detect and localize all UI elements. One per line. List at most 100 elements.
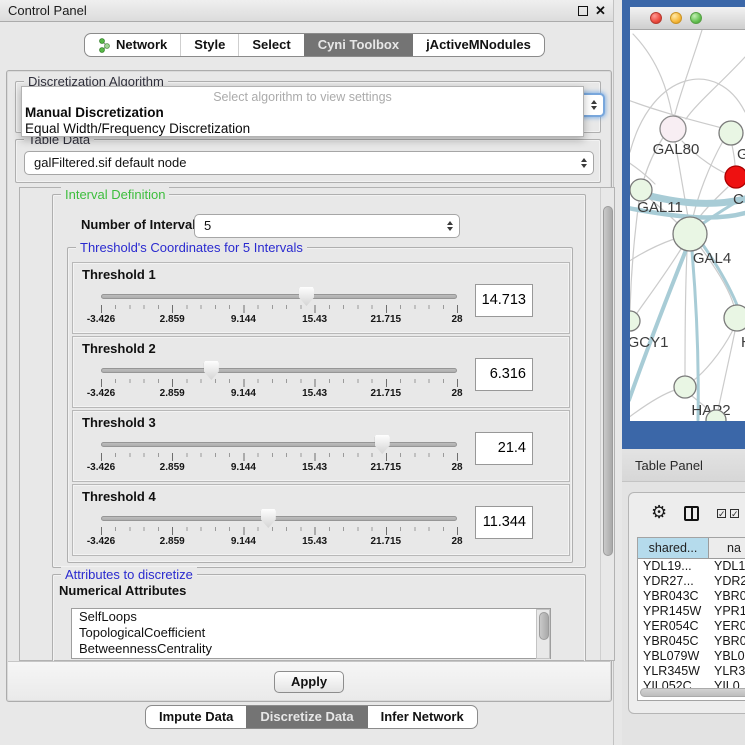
- table-row[interactable]: YBL079WYBL0: [638, 649, 745, 664]
- network-node-ga[interactable]: [719, 121, 743, 145]
- number-of-intervals-select[interactable]: 5: [194, 214, 460, 238]
- network-node-gal4[interactable]: [673, 217, 707, 251]
- threshold-1-value[interactable]: 14.713: [475, 284, 533, 317]
- edge[interactable]: [685, 251, 687, 376]
- edge[interactable]: [686, 57, 745, 119]
- edge[interactable]: [675, 30, 702, 114]
- dropdown-option-manual-discretization[interactable]: Manual Discretization: [22, 105, 583, 121]
- scrollbar-thumb[interactable]: [603, 206, 613, 556]
- cell-shared-name[interactable]: YER054C: [638, 619, 709, 634]
- network-canvas[interactable]: GAL80GACGAL11GAL4GCY1HHAP2: [630, 30, 745, 421]
- numerical-attributes-list[interactable]: SelfLoopsTopologicalCoefficientBetweenne…: [71, 608, 551, 659]
- slider-thumb[interactable]: [261, 509, 276, 528]
- cell-shared-name[interactable]: YBR045C: [638, 634, 709, 649]
- cell-name[interactable]: YBR0: [709, 589, 745, 604]
- table-data-select[interactable]: galFiltered.sif default node: [24, 151, 594, 175]
- threshold-2-value[interactable]: 6.316: [475, 358, 533, 391]
- tab-impute-data[interactable]: Impute Data: [146, 706, 246, 728]
- node-table[interactable]: shared... na YDL19...YDL1YDR27...YDR2YBR…: [637, 537, 745, 701]
- edge[interactable]: [732, 145, 735, 166]
- slider-thumb[interactable]: [375, 435, 390, 454]
- cell-shared-name[interactable]: YPR145W: [638, 604, 709, 619]
- threshold-3-slider[interactable]: [101, 442, 457, 447]
- zoom-button[interactable]: [690, 12, 702, 24]
- cell-shared-name[interactable]: YDL19...: [638, 559, 709, 574]
- table-row[interactable]: YBR043CYBR0: [638, 589, 745, 604]
- scrollbar-thumb[interactable]: [539, 612, 549, 640]
- tab-jactivemnodules[interactable]: jActiveMNodules: [412, 34, 544, 56]
- table-row[interactable]: YER054CYER0: [638, 619, 745, 634]
- table-row[interactable]: YLR345WYLR3: [638, 664, 745, 679]
- network-node-gal11[interactable]: [630, 179, 652, 201]
- cell-name[interactable]: YBR0: [709, 634, 745, 649]
- table-row[interactable]: YPR145WYPR1: [638, 604, 745, 619]
- cell-name[interactable]: YPR1: [709, 604, 745, 619]
- gear-icon[interactable]: [651, 502, 667, 523]
- float-window-icon[interactable]: [578, 6, 588, 16]
- slider-ticks: [101, 379, 459, 387]
- column-header-name[interactable]: na: [709, 538, 745, 558]
- close-icon[interactable]: [595, 3, 606, 19]
- threshold-3-value[interactable]: 21.4: [475, 432, 533, 465]
- tab-cyni-toolbox[interactable]: Cyni Toolbox: [304, 34, 412, 56]
- slider-thumb[interactable]: [204, 361, 219, 380]
- close-button[interactable]: [650, 12, 662, 24]
- tab-network[interactable]: Network: [85, 34, 180, 56]
- edge[interactable]: [633, 34, 672, 114]
- minimize-button[interactable]: [670, 12, 682, 24]
- apply-button[interactable]: Apply: [274, 671, 344, 693]
- network-node-hap2[interactable]: [674, 376, 696, 398]
- slider-scale-label: 15.43: [302, 536, 327, 547]
- dropdown-option-equal-width-frequency[interactable]: Equal Width/Frequency Discretization: [22, 121, 583, 137]
- threshold-1-slider[interactable]: [101, 294, 457, 299]
- column-header-shared-name[interactable]: shared...: [638, 538, 709, 558]
- table-hscrollbar[interactable]: [640, 688, 745, 697]
- cell-name[interactable]: YDL1: [709, 559, 745, 574]
- cell-shared-name[interactable]: YLR345W: [638, 664, 709, 679]
- threshold-4-value[interactable]: 11.344: [475, 506, 533, 539]
- table-row[interactable]: YDR27...YDR2: [638, 574, 745, 589]
- cell-shared-name[interactable]: YDR27...: [638, 574, 709, 589]
- slider-thumb[interactable]: [299, 287, 314, 306]
- cell-name[interactable]: YER0: [709, 619, 745, 634]
- settings-scrollbar[interactable]: [600, 188, 614, 660]
- threshold-2-slider[interactable]: [101, 368, 457, 373]
- network-node-h[interactable]: [724, 305, 745, 331]
- cell-shared-name[interactable]: YBL079W: [638, 649, 709, 664]
- checkbox-icon[interactable]: [730, 509, 739, 518]
- algorithm-dropdown-popup: Select algorithm to view settings Manual…: [21, 86, 584, 137]
- edge[interactable]: [694, 330, 733, 380]
- columns-icon[interactable]: [684, 506, 699, 521]
- tab-label: Cyni Toolbox: [318, 34, 399, 56]
- tab-label: Infer Network: [381, 706, 464, 728]
- table-data-group: Table Data galFiltered.sif default node: [15, 139, 601, 183]
- threshold-4-slider[interactable]: [101, 516, 457, 521]
- edge[interactable]: [630, 390, 675, 418]
- cell-name[interactable]: YLR3: [709, 664, 745, 679]
- network-node-c[interactable]: [725, 166, 745, 188]
- network-window-titlebar[interactable]: [630, 7, 745, 30]
- thresholds-group: Threshold's Coordinates for 5 Intervals …: [67, 247, 573, 563]
- attribute-item[interactable]: SelfLoops: [72, 609, 550, 625]
- cell-shared-name[interactable]: YBR043C: [638, 589, 709, 604]
- tab-infer-network[interactable]: Infer Network: [367, 706, 477, 728]
- node-label: GAL4: [693, 250, 731, 267]
- table-row[interactable]: YDL19...YDL1: [638, 559, 745, 574]
- slider-scale-label: 21.715: [371, 462, 402, 473]
- tab-style[interactable]: Style: [180, 34, 238, 56]
- cell-name[interactable]: YDR2: [709, 574, 745, 589]
- tab-label: Select: [252, 34, 290, 56]
- network-node-gcy1[interactable]: [630, 311, 640, 331]
- checkbox-icon[interactable]: [717, 509, 726, 518]
- list-scrollbar[interactable]: [536, 609, 550, 659]
- threshold-3-panel: Threshold 3 -3.4262.8599.14415.4321.7152…: [72, 410, 570, 482]
- attribute-item[interactable]: BetweennessCentrality: [72, 641, 550, 657]
- tab-select[interactable]: Select: [238, 34, 303, 56]
- tab-discretize-data[interactable]: Discretize Data: [246, 706, 366, 728]
- table-row[interactable]: YBR045CYBR0: [638, 634, 745, 649]
- cell-name[interactable]: YBL0: [709, 649, 745, 664]
- attribute-item[interactable]: TopologicalCoefficient: [72, 625, 550, 641]
- edge[interactable]: [718, 331, 735, 410]
- network-node-gal80[interactable]: [660, 116, 686, 142]
- edge[interactable]: [630, 239, 674, 262]
